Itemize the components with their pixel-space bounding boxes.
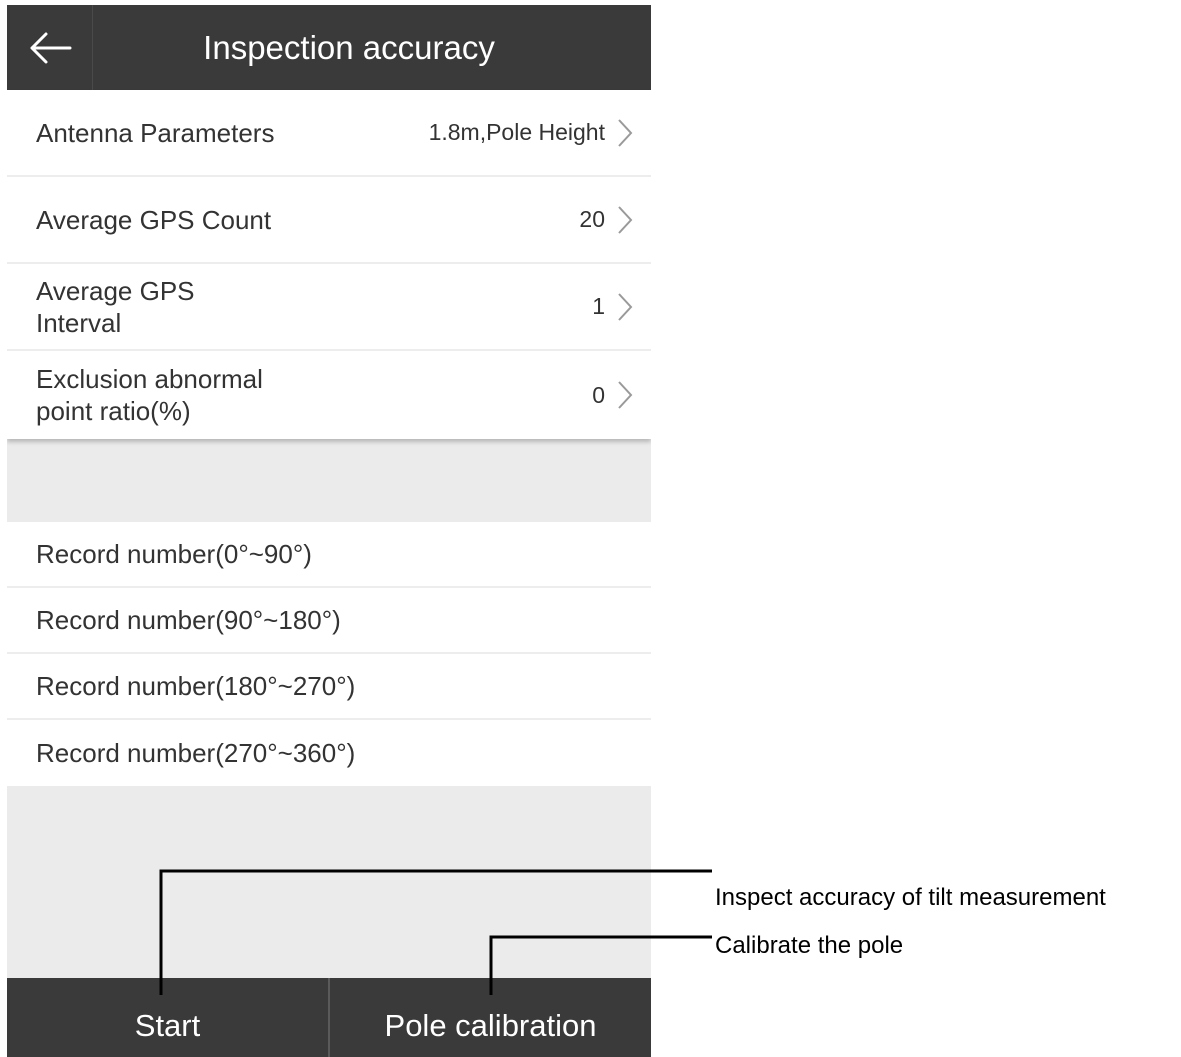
bottom-bar: Start Pole calibration <box>7 978 651 1057</box>
app-screen: Inspection accuracy Antenna Parameters 1… <box>7 5 651 1057</box>
start-button[interactable]: Start <box>7 978 328 1057</box>
start-annotation: Inspect accuracy of tilt measurement <box>715 884 1106 911</box>
pole-calibration-annotation: Calibrate the pole <box>715 932 904 959</box>
record-item: Record number(180°~270°) <box>7 654 651 720</box>
pole-calibration-button[interactable]: Pole calibration <box>330 978 651 1057</box>
row-value: 20 <box>579 206 605 232</box>
row-label: Average GPS Interval <box>36 275 195 338</box>
chevron-right-icon <box>618 205 633 234</box>
top-bar: Inspection accuracy <box>7 5 651 90</box>
row-label: Antenna Parameters <box>36 117 275 148</box>
chevron-right-icon <box>618 381 633 409</box>
record-list: Record number(0°~90°) Record number(90°~… <box>7 522 651 786</box>
page-title: Inspection accuracy <box>203 28 495 66</box>
chevron-right-icon <box>618 118 633 147</box>
average-gps-count-row[interactable]: Average GPS Count 20 <box>7 177 651 264</box>
record-item: Record number(0°~90°) <box>7 522 651 588</box>
back-button[interactable] <box>7 5 93 90</box>
row-label: Average GPS Count <box>36 204 272 235</box>
exclusion-abnormal-ratio-row[interactable]: Exclusion abnormal point ratio(%) 0 <box>7 351 651 439</box>
row-value: 0 <box>592 381 605 408</box>
row-label: Exclusion abnormal point ratio(%) <box>36 364 263 426</box>
record-item: Record number(270°~360°) <box>36 737 356 768</box>
settings-list: Antenna Parameters 1.8m,Pole Height Aver… <box>7 90 651 439</box>
arrow-left-icon <box>30 32 71 63</box>
average-gps-interval-row[interactable]: Average GPS Interval 1 <box>7 264 651 351</box>
row-value: 1 <box>592 293 605 319</box>
chevron-right-icon <box>618 292 633 321</box>
antenna-parameters-row[interactable]: Antenna Parameters 1.8m,Pole Height <box>7 90 651 177</box>
row-value: 1.8m,Pole Height <box>428 119 605 145</box>
record-item: Record number(90°~180°) <box>7 588 651 654</box>
